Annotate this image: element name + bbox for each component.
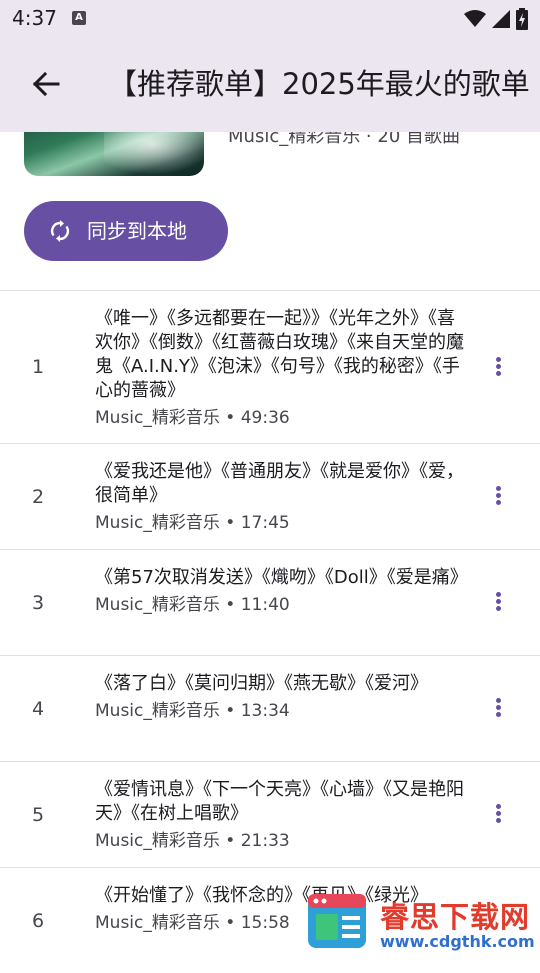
more-options-button[interactable]	[484, 802, 512, 830]
wifi-icon	[463, 10, 486, 27]
track-text: 《第57次取消发送》《熾吻》《Doll》《爱是痛》 Music_精彩音乐 • 1…	[95, 566, 470, 617]
track-meta: Music_精彩音乐 • 17:45	[95, 513, 290, 533]
track-list: 1 《唯一》《多远都要在一起》》《光年之外》《喜欢你》《倒数》《红蔷薇白玫瑰》《…	[0, 291, 540, 973]
more-vert-icon	[495, 804, 501, 809]
top-app-bar: 【推荐歌单】2025年最火的歌单	[0, 36, 540, 132]
list-item[interactable]: 5 《爱情讯息》《下一个天亮》《心墙》《又是艳阳天》《在树上唱歌》 Music_…	[0, 762, 540, 868]
status-time: 4:37	[12, 6, 57, 30]
more-vert-icon	[495, 592, 501, 597]
track-songs: 《第57次取消发送》《熾吻》《Doll》《爱是痛》	[95, 567, 468, 588]
more-options-button[interactable]	[484, 590, 512, 618]
track-index: 6	[31, 910, 45, 932]
page-title: 【推荐歌单】2025年最火的歌单	[108, 67, 530, 101]
track-text: 《落了白》《莫问归期》《燕无歇》《爱河》 Music_精彩音乐 • 13:34	[95, 672, 470, 723]
more-options-button[interactable]	[484, 484, 512, 512]
more-vert-icon	[495, 698, 501, 703]
more-vert-icon	[495, 486, 501, 491]
arrow-back-icon	[32, 71, 60, 97]
list-item[interactable]: 2 《爱我还是他》《普通朋友》《就是爱你》《爱，很简单》 Music_精彩音乐 …	[0, 444, 540, 550]
track-meta: Music_精彩音乐 • 11:40	[95, 595, 290, 615]
watermark-url: www.cdgthk.com	[380, 932, 535, 951]
watermark-logo-icon	[308, 894, 366, 948]
track-meta: Music_精彩音乐 • 13:34	[95, 701, 290, 721]
track-songs: 《落了白》《莫问归期》《燕无歇》《爱河》	[95, 673, 428, 694]
track-songs: 《爱我还是他》《普通朋友》《就是爱你》《爱，很简单》	[95, 461, 464, 506]
track-songs: 《唯一》《多远都要在一起》》《光年之外》《喜欢你》《倒数》《红蔷薇白玫瑰》《来自…	[95, 308, 464, 401]
sync-icon	[50, 220, 70, 242]
status-bar: 4:37 A	[0, 0, 540, 36]
track-index: 5	[31, 804, 45, 826]
track-meta: Music_精彩音乐 • 21:33	[95, 831, 290, 851]
more-options-button[interactable]	[484, 696, 512, 724]
list-item[interactable]: 3 《第57次取消发送》《熾吻》《Doll》《爱是痛》 Music_精彩音乐 •…	[0, 550, 540, 656]
more-vert-icon	[495, 357, 501, 362]
notification-icon: A	[72, 11, 86, 25]
track-text: 《唯一》《多远都要在一起》》《光年之外》《喜欢你》《倒数》《红蔷薇白玫瑰》《来自…	[95, 307, 470, 430]
track-index: 4	[31, 698, 45, 720]
sync-to-local-button[interactable]: 同步到本地	[24, 201, 228, 261]
status-icons	[463, 8, 528, 30]
back-button[interactable]	[26, 64, 66, 104]
sync-button-label: 同步到本地	[87, 219, 187, 243]
track-index: 3	[31, 592, 45, 614]
track-text: 《爱我还是他》《普通朋友》《就是爱你》《爱，很简单》 Music_精彩音乐 • …	[95, 460, 470, 535]
signal-icon	[491, 10, 510, 28]
track-index: 2	[31, 486, 45, 508]
list-item[interactable]: 1 《唯一》《多远都要在一起》》《光年之外》《喜欢你》《倒数》《红蔷薇白玫瑰》《…	[0, 291, 540, 444]
track-meta: Music_精彩音乐 • 49:36	[95, 408, 290, 428]
track-index: 1	[31, 356, 45, 378]
track-songs: 《爱情讯息》《下一个天亮》《心墙》《又是艳阳天》《在树上唱歌》	[95, 779, 464, 824]
battery-charging-icon	[516, 8, 528, 30]
more-options-button[interactable]	[484, 355, 512, 383]
track-text: 《爱情讯息》《下一个天亮》《心墙》《又是艳阳天》《在树上唱歌》 Music_精彩…	[95, 778, 470, 853]
watermark: 睿思下载网 www.cdgthk.com	[300, 886, 540, 960]
watermark-brand: 睿思下载网	[380, 900, 531, 934]
list-item[interactable]: 4 《落了白》《莫问归期》《燕无歇》《爱河》 Music_精彩音乐 • 13:3…	[0, 656, 540, 762]
